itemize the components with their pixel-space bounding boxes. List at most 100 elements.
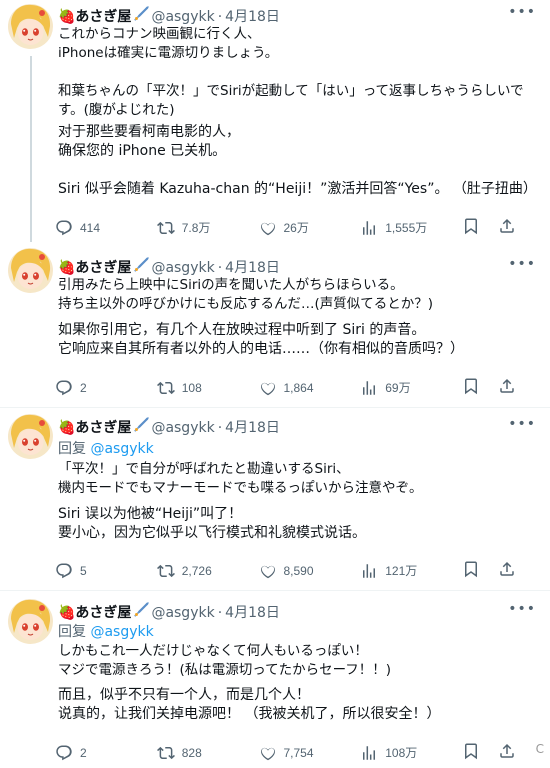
- retweet-count: 828: [181, 745, 202, 760]
- views-icon: [360, 744, 378, 762]
- bookmark-icon[interactable]: [462, 560, 480, 581]
- avatar[interactable]: [8, 599, 53, 644]
- user-handle[interactable]: @asgykk: [151, 259, 214, 277]
- more-icon[interactable]: •••: [508, 256, 536, 272]
- more-icon[interactable]: •••: [508, 601, 536, 617]
- reply-context: 回复 @asgykk: [58, 440, 542, 459]
- views-count: 108万: [385, 746, 418, 760]
- reply-button[interactable]: 2: [55, 379, 157, 397]
- retweet-button[interactable]: 108: [157, 379, 259, 397]
- reply-icon: [55, 562, 73, 580]
- reply-icon: [55, 219, 73, 237]
- reply-mention[interactable]: @asgykk: [90, 441, 153, 457]
- display-name[interactable]: 🍓あさぎ屋: [58, 8, 131, 26]
- views-button[interactable]: 69万: [360, 379, 462, 397]
- tweet-4[interactable]: 🍓あさぎ屋 @asgykk · 4月18日 ••• 回复 @asgykk しかも…: [0, 590, 550, 768]
- user-handle[interactable]: @asgykk: [151, 604, 214, 622]
- tweet-text-translated: 而且，似乎不只有一个人，而是几个人！ 说真的，让我们关掉电源吧！ （我被关机了，…: [58, 687, 441, 722]
- corner-mark: C: [535, 742, 544, 756]
- retweet-icon: [157, 562, 175, 580]
- retweet-icon: [157, 744, 175, 762]
- share-icon[interactable]: [498, 377, 516, 398]
- reply-count: 2: [80, 745, 87, 760]
- views-count: 121万: [385, 564, 418, 578]
- views-count: 69万: [385, 381, 411, 395]
- reply-mention[interactable]: @asgykk: [90, 624, 153, 640]
- like-icon: [259, 219, 277, 237]
- retweet-count: 108: [181, 380, 202, 395]
- like-icon: [259, 744, 277, 762]
- tweet-actions: 2 108 1,864 69万: [55, 377, 516, 398]
- display-name[interactable]: 🍓あさぎ屋: [58, 259, 131, 277]
- reply-count: 414: [80, 220, 101, 235]
- avatar[interactable]: [8, 414, 53, 459]
- tweet-1[interactable]: 🍓あさぎ屋 @asgykk · 4月18日 ••• これからコナン映画観に行く人…: [0, 0, 550, 242]
- retweet-count: 7.8万: [181, 221, 211, 235]
- tweet-actions: 5 2,726 8,590 121万: [55, 560, 516, 581]
- tweet-date[interactable]: 4月18日: [225, 604, 280, 622]
- like-button[interactable]: 26万: [259, 219, 361, 237]
- user-handle[interactable]: @asgykk: [151, 8, 214, 26]
- reply-context: 回复 @asgykk: [58, 623, 542, 642]
- tweet-date[interactable]: 4月18日: [225, 8, 280, 26]
- display-name[interactable]: 🍓あさぎ屋: [58, 419, 131, 437]
- share-icon[interactable]: [498, 217, 516, 238]
- tweet-3[interactable]: 🍓あさぎ屋 @asgykk · 4月18日 ••• 回复 @asgykk 「平次…: [0, 407, 550, 590]
- tweet-2[interactable]: 🍓あさぎ屋 @asgykk · 4月18日 ••• 引用みたら上映中にSiriの…: [0, 242, 550, 407]
- reply-button[interactable]: 2: [55, 744, 157, 762]
- reply-count: 2: [80, 380, 87, 395]
- more-icon[interactable]: •••: [508, 4, 536, 20]
- share-icon[interactable]: [498, 742, 516, 763]
- retweet-button[interactable]: 7.8万: [157, 219, 259, 237]
- bookmark-icon[interactable]: [462, 217, 480, 238]
- display-name[interactable]: 🍓あさぎ屋: [58, 604, 131, 622]
- tweet-actions: 2 828 7,754 108万: [55, 742, 516, 763]
- like-count: 1,864: [283, 380, 314, 395]
- tweet-date[interactable]: 4月18日: [225, 259, 280, 277]
- rocket-badge-icon: [132, 416, 150, 439]
- separator-dot: ·: [217, 8, 223, 25]
- views-icon: [360, 219, 378, 237]
- like-button[interactable]: 8,590: [259, 562, 361, 580]
- reply-button[interactable]: 414: [55, 219, 157, 237]
- like-button[interactable]: 1,864: [259, 379, 361, 397]
- retweet-button[interactable]: 828: [157, 744, 259, 762]
- tweet-text-original: 引用みたら上映中にSiriの声を聞いた人がちらほらいる。 持ち主以外の呼びかけに…: [58, 277, 434, 312]
- reply-label: 回复: [58, 624, 91, 640]
- separator-dot: ·: [217, 259, 223, 276]
- more-icon[interactable]: •••: [508, 416, 536, 432]
- reply-count: 5: [80, 563, 87, 578]
- avatar[interactable]: [8, 4, 53, 49]
- reply-icon: [55, 744, 73, 762]
- views-button[interactable]: 108万: [360, 744, 462, 762]
- views-icon: [360, 379, 378, 397]
- like-icon: [259, 562, 277, 580]
- views-icon: [360, 562, 378, 580]
- bookmark-icon[interactable]: [462, 742, 480, 763]
- like-count: 26万: [283, 221, 309, 235]
- retweet-icon: [157, 379, 175, 397]
- tweet-text-translated: 对于那些要看柯南电影的人， 确保您的 iPhone 已关机。 Siri 似乎会随…: [58, 124, 537, 197]
- tweet-text-translated: Siri 误以为他被“Heiji”叫了！ 要小心，因为它似乎以飞行模式和礼貌模式…: [58, 506, 366, 541]
- like-button[interactable]: 7,754: [259, 744, 361, 762]
- tweet-date[interactable]: 4月18日: [225, 419, 280, 437]
- retweet-icon: [157, 219, 175, 237]
- tweet-text-translated: 如果你引用它，有几个人在放映过程中听到了 Siri 的声音。 它响应来自其所有者…: [58, 322, 464, 357]
- views-button[interactable]: 1,555万: [360, 219, 462, 237]
- rocket-badge-icon: [132, 601, 150, 624]
- tweet-text-original: 「平次！」で自分が呼ばれたと勘違いするSiri、 機内モードでもマナーモードでも…: [58, 461, 423, 496]
- share-icon[interactable]: [498, 560, 516, 581]
- retweet-count: 2,726: [181, 563, 212, 578]
- bookmark-icon[interactable]: [462, 377, 480, 398]
- avatar[interactable]: [8, 248, 53, 293]
- retweet-button[interactable]: 2,726: [157, 562, 259, 580]
- like-icon: [259, 379, 277, 397]
- separator-dot: ·: [217, 419, 223, 436]
- like-count: 7,754: [283, 745, 314, 760]
- tweet-header: 🍓あさぎ屋 @asgykk · 4月18日: [58, 601, 280, 624]
- views-button[interactable]: 121万: [360, 562, 462, 580]
- user-handle[interactable]: @asgykk: [151, 419, 214, 437]
- tweet-text-original: これからコナン映画観に行く人、 iPhoneは確実に電源切りましょう。 和葉ちゃ…: [58, 26, 524, 118]
- reply-button[interactable]: 5: [55, 562, 157, 580]
- reply-label: 回复: [58, 441, 91, 457]
